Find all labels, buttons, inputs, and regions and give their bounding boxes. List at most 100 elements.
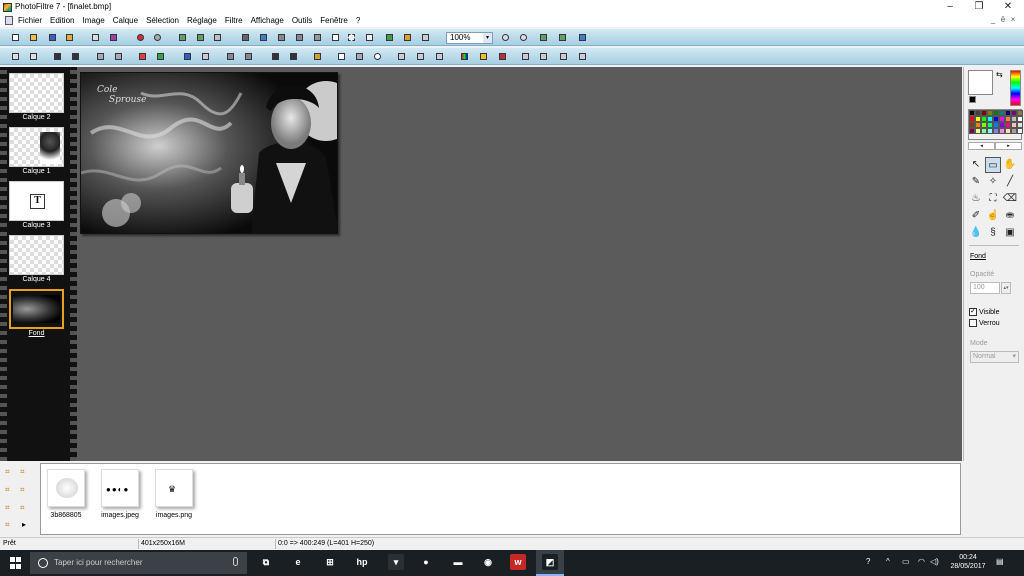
file-thumbnail-images-jpeg[interactable]: ●●◐●: [101, 469, 139, 507]
explorer-tool-icon[interactable]: [402, 32, 413, 43]
help-tray-icon[interactable]: ?: [866, 557, 870, 566]
brightness-minus-icon[interactable]: [70, 51, 81, 62]
frame-icon[interactable]: [330, 32, 341, 43]
horizontal-flip-icon[interactable]: [538, 51, 549, 62]
chevron-up-icon[interactable]: ^: [886, 557, 890, 566]
rotate-icon[interactable]: [354, 51, 365, 62]
palette-next-button[interactable]: ▸: [995, 142, 1022, 150]
app-dark-icon[interactable]: ▾: [388, 554, 404, 570]
menu-reglage[interactable]: Réglage: [187, 16, 217, 25]
expand-arrow-icon[interactable]: ▸: [22, 520, 34, 530]
menu-image[interactable]: Image: [82, 16, 104, 25]
replace-color-icon[interactable]: [478, 51, 489, 62]
foreground-color[interactable]: [968, 70, 993, 95]
selection-tool-icon[interactable]: ▭: [985, 157, 1001, 173]
document-restore-button[interactable]: ē: [998, 15, 1008, 24]
chrome-icon[interactable]: ◉: [480, 554, 496, 570]
zoom-in-icon[interactable]: [500, 32, 511, 43]
volume-icon[interactable]: ◁): [930, 557, 939, 566]
layer-item-calque-4[interactable]: Calque 4: [9, 235, 67, 283]
menu-calque[interactable]: Calque: [113, 16, 138, 25]
photofiltre-app-icon[interactable]: [3, 3, 12, 12]
eraser-tool-icon[interactable]: ⌫: [1002, 191, 1018, 207]
file-thumbnail-images-png[interactable]: ♛: [155, 469, 193, 507]
zoom-select[interactable]: 100% ▾: [446, 32, 493, 44]
layer-item-fond[interactable]: Fond: [9, 289, 67, 337]
clone-tool-icon[interactable]: ▣: [1002, 225, 1018, 241]
close-button[interactable]: ✕: [993, 1, 1023, 13]
auto-contrast-icon[interactable]: [28, 51, 39, 62]
plugin-icon[interactable]: [384, 32, 395, 43]
open-file-icon[interactable]: [28, 32, 39, 43]
undo-icon[interactable]: [135, 32, 146, 43]
finger-tool-icon[interactable]: ☝: [985, 208, 1001, 224]
select-all-icon[interactable]: [346, 32, 357, 43]
rotate-right-icon[interactable]: [577, 51, 588, 62]
menu-fenetre[interactable]: Fenêtre: [320, 16, 348, 25]
mirror-vertical-icon[interactable]: [415, 51, 426, 62]
canvas-size-icon[interactable]: [258, 32, 269, 43]
fill-tool-icon[interactable]: ♨: [968, 191, 984, 207]
taskbar-clock[interactable]: 00:24 28/05/2017: [948, 553, 988, 571]
start-button[interactable]: [10, 557, 22, 569]
photofiltre-task-icon[interactable]: ◩: [542, 554, 558, 570]
lock-checkbox[interactable]: Verrou: [969, 319, 1000, 327]
paste-icon[interactable]: [212, 32, 223, 43]
battery-icon[interactable]: ▭: [902, 557, 910, 566]
gamma-minus-icon[interactable]: [200, 51, 211, 62]
taskbar-search[interactable]: Taper ici pour rechercher: [30, 552, 247, 574]
color-swatch[interactable]: [1017, 128, 1023, 134]
explorer-icon[interactable]: ▬: [450, 554, 466, 570]
notification-icon[interactable]: ▤: [996, 557, 1004, 566]
menu-edition[interactable]: Edition: [50, 16, 74, 25]
rect-select-icon[interactable]: [336, 51, 347, 62]
refresh-folder-icon[interactable]: ⌗: [5, 485, 17, 495]
hand-tool-icon[interactable]: ✋: [1002, 157, 1018, 173]
zoom-dropdown-icon[interactable]: ▾: [483, 33, 492, 43]
visible-checkbox[interactable]: ✓ Visible: [969, 308, 1000, 316]
document-menu-icon[interactable]: [5, 16, 13, 25]
pointer-tool-icon[interactable]: ↖: [968, 157, 984, 173]
document-minimize-button[interactable]: _: [988, 15, 998, 24]
auto-level-icon[interactable]: [10, 51, 21, 62]
new-file-icon[interactable]: [10, 32, 21, 43]
active-layer-name[interactable]: Fond: [970, 253, 986, 260]
microphone-icon[interactable]: [233, 557, 238, 566]
app-yellow-icon[interactable]: ●: [418, 554, 434, 570]
folder-tree-icon[interactable]: ⌗: [5, 467, 17, 477]
layer-item-calque-1[interactable]: Calque 1: [9, 127, 67, 175]
maximize-button[interactable]: ❐: [964, 1, 994, 13]
magic-wand-tool-icon[interactable]: ✧: [985, 174, 1001, 190]
menu-help[interactable]: ?: [356, 16, 360, 25]
folder-up-icon[interactable]: ⌗: [20, 467, 32, 477]
new-folder-icon[interactable]: ⌗: [20, 503, 32, 513]
contrast-plus-icon[interactable]: [95, 51, 106, 62]
opacity-spinner[interactable]: ▴▾: [1001, 282, 1011, 294]
color-ramp[interactable]: [1010, 70, 1021, 106]
save-as-icon[interactable]: [64, 32, 75, 43]
crop-icon[interactable]: [276, 32, 287, 43]
print-icon[interactable]: [90, 32, 101, 43]
mirror-horizontal-icon[interactable]: [396, 51, 407, 62]
blend-mode-select[interactable]: Normal ▾: [970, 351, 1019, 363]
color-balance-icon[interactable]: [459, 51, 470, 62]
copy-icon[interactable]: [195, 32, 206, 43]
image-size-icon[interactable]: [240, 32, 251, 43]
grayscale-icon[interactable]: [225, 51, 236, 62]
spray-tool-icon[interactable]: ⛶: [985, 191, 1001, 207]
palette-prev-button[interactable]: ◂: [968, 142, 995, 150]
blur-filter-icon[interactable]: [270, 51, 281, 62]
menu-fichier[interactable]: Fichier: [18, 16, 42, 25]
zoom-out-icon[interactable]: [518, 32, 529, 43]
stamp-tool-icon[interactable]: ⛂: [1002, 208, 1018, 224]
brightness-plus-icon[interactable]: [52, 51, 63, 62]
swap-colors-icon[interactable]: ⇆: [996, 70, 1003, 79]
options-folder-icon[interactable]: ⌗: [5, 520, 17, 530]
favorites-folder-icon[interactable]: ⌗: [5, 503, 17, 513]
edge-icon[interactable]: e: [290, 554, 306, 570]
effect-icon[interactable]: [434, 51, 445, 62]
scan-icon[interactable]: [108, 32, 119, 43]
drop-icon[interactable]: [372, 51, 383, 62]
menu-affichage[interactable]: Affichage: [251, 16, 284, 25]
file-thumbnail-3b868805[interactable]: [47, 469, 85, 507]
